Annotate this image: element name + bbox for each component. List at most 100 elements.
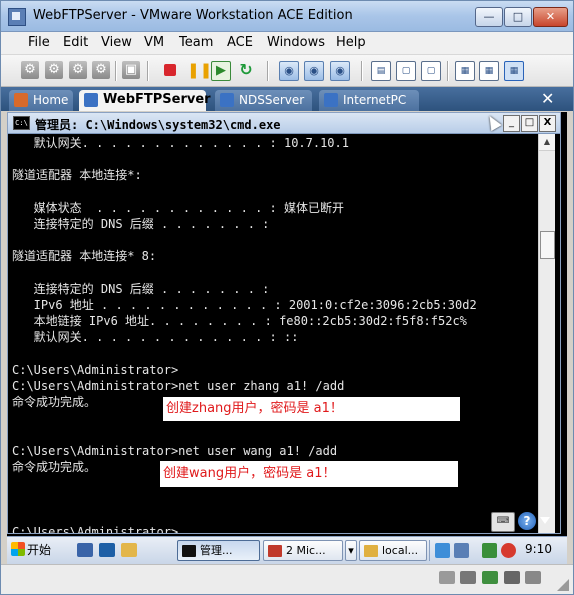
team-power-icon[interactable]: ⚙ [21,61,39,79]
menu-file[interactable]: File [28,35,50,50]
fullscreen-icon[interactable]: ▢ [396,61,416,81]
folder-icon [364,545,378,557]
scroll-up-icon[interactable]: ▲ [539,134,555,151]
scroll-thumb[interactable] [540,231,555,259]
menu-bar: File Edit View VM Team ACE Windows Help [1,32,573,55]
team-start-icon[interactable]: ⚙ [69,61,87,79]
console-line: 本地链接 IPv6 地址. . . . . . . . : fe80::2cb5… [12,314,467,329]
menu-vm[interactable]: VM [144,35,164,50]
tab-internetpc[interactable]: InternetPC [319,90,419,111]
server-manager-icon[interactable] [77,543,93,557]
menu-team[interactable]: Team [179,35,213,50]
maximize-button[interactable]: □ [504,7,532,27]
console-line: 隧道适配器 本地连接*: [12,168,142,183]
cmd-title-bar[interactable]: C:\ 管理员: C:\Windows\system32\cmd.exe _ □… [8,113,560,134]
console-line: C:\Users\Administrator>net user zhang a1… [12,378,345,393]
sound-icon[interactable] [504,571,520,584]
taskbar-item-mic[interactable]: 2 Mic... [263,540,343,561]
tab-webftpserver[interactable]: WebFTPServer [79,90,211,111]
cd-drive-icon[interactable] [460,571,476,584]
taskbar-item-local[interactable]: local... [359,540,427,561]
cmd-close-button[interactable]: X [539,115,556,132]
console-line: C:\Users\Administrator>net user wang a1!… [12,443,338,458]
annotation-zhang: 创建zhang用户，密码是 a1！ [163,397,460,421]
console-view-icon[interactable]: ▦ [504,61,524,81]
network-adapter-icon[interactable] [482,571,498,584]
tab-label: InternetPC [343,93,407,107]
taskbar-group-dropdown[interactable]: ▾ [345,540,357,561]
guest-taskbar: 开始 管理... 2 Mic... ▾ local... 9:10 [7,536,567,564]
appliance-view-icon[interactable]: ▦ [479,61,499,81]
chevron-down-icon[interactable] [540,517,550,524]
team-reset-icon[interactable]: ⚙ [92,61,110,79]
menu-windows[interactable]: Windows [267,35,325,50]
vm-icon [220,93,234,107]
console-line: C:\Users\Administrator>_ [12,524,186,534]
connection-tray-icon[interactable] [482,543,497,558]
power-off-icon[interactable] [164,64,176,76]
display-tray-icon[interactable] [454,543,469,558]
tray-separator [429,540,430,561]
start-button[interactable]: 开始 [11,540,63,561]
vm-settings-icon[interactable]: ▣ [122,61,140,79]
explorer-icon[interactable] [121,543,137,557]
snapshot-manager-icon[interactable]: ◉ [330,61,350,81]
minimize-button[interactable]: — [475,7,503,27]
suspend-icon[interactable]: ❚❚ [187,61,212,79]
toolbar-separator [267,61,269,81]
menu-help[interactable]: Help [336,35,366,50]
toolbar-separator [361,61,363,81]
menu-view[interactable]: View [101,35,132,50]
tab-ndsserver[interactable]: NDSServer [215,90,312,111]
powershell-icon[interactable] [99,543,115,557]
title-bar[interactable]: WebFTPServer - VMware Workstation ACE Ed… [1,1,573,32]
power-on-icon[interactable]: ▶ [211,61,231,81]
console-line: IPv6 地址 . . . . . . . . . . . . : 2001:0… [12,297,477,312]
console-line: 隧道适配器 本地连接* 8: [12,249,157,264]
vm-icon [324,93,338,107]
message-icon[interactable] [525,571,541,584]
snapshot-revert-icon[interactable]: ◉ [304,61,324,81]
volume-muted-icon[interactable] [501,543,516,558]
tab-bar: Home WebFTPServer NDSServer InternetPC ✕ [1,87,573,111]
console-line: 连接特定的 DNS 后缀 . . . . . . . : [12,281,270,296]
console-line: 默认网关. . . . . . . . . . . . . : 10.7.10.… [12,136,349,150]
toolbar: ⚙ ⚙ ⚙ ⚙ ▣ ❚❚ ▶ ↻ ◉ ◉ ◉ ▤ ▢ ▢ ▦ ▦ ▦ [1,55,573,87]
reset-icon[interactable]: ↻ [237,61,255,79]
vmware-window: WebFTPServer - VMware Workstation ACE Ed… [0,0,574,595]
snapshot-take-icon[interactable]: ◉ [279,61,299,81]
cmd-maximize-button[interactable]: □ [521,115,538,132]
toolbar-separator [115,61,117,81]
hard-disk-icon[interactable] [439,571,455,584]
quick-switch-icon[interactable]: ▢ [421,61,441,81]
vertical-scrollbar[interactable]: ▲ [538,134,555,533]
close-tab-icon[interactable]: ✕ [541,89,554,108]
menu-ace[interactable]: ACE [227,35,253,50]
status-bar [1,564,573,594]
task-label: 2 Mic... [286,544,326,557]
help-icon[interactable]: ? [518,512,536,530]
clock[interactable]: 9:10 [525,542,552,556]
task-label: 管理... [200,544,233,557]
console-line: 默认网关. . . . . . . . . . . . . : :: [12,330,299,345]
cmd-minimize-button[interactable]: _ [503,115,520,132]
tab-home[interactable]: Home [9,90,73,111]
summary-view-icon[interactable]: ▦ [455,61,475,81]
sidebar-view-icon[interactable]: ▤ [371,61,391,81]
network-tray-icon[interactable] [435,543,450,558]
cmd-icon: C:\ [13,116,30,130]
resize-grip-icon[interactable] [557,579,569,591]
close-button[interactable]: ✕ [533,7,568,27]
team-suspend-icon[interactable]: ⚙ [45,61,63,79]
keyboard-icon[interactable]: ⌨ [491,512,515,532]
taskbar-item-cmd[interactable]: 管理... [177,540,260,561]
toolbar-separator [447,61,449,81]
menu-edit[interactable]: Edit [63,35,88,50]
start-label: 开始 [27,543,52,557]
window-title: WebFTPServer - VMware Workstation ACE Ed… [33,8,353,23]
vmware-app-icon [8,8,26,26]
